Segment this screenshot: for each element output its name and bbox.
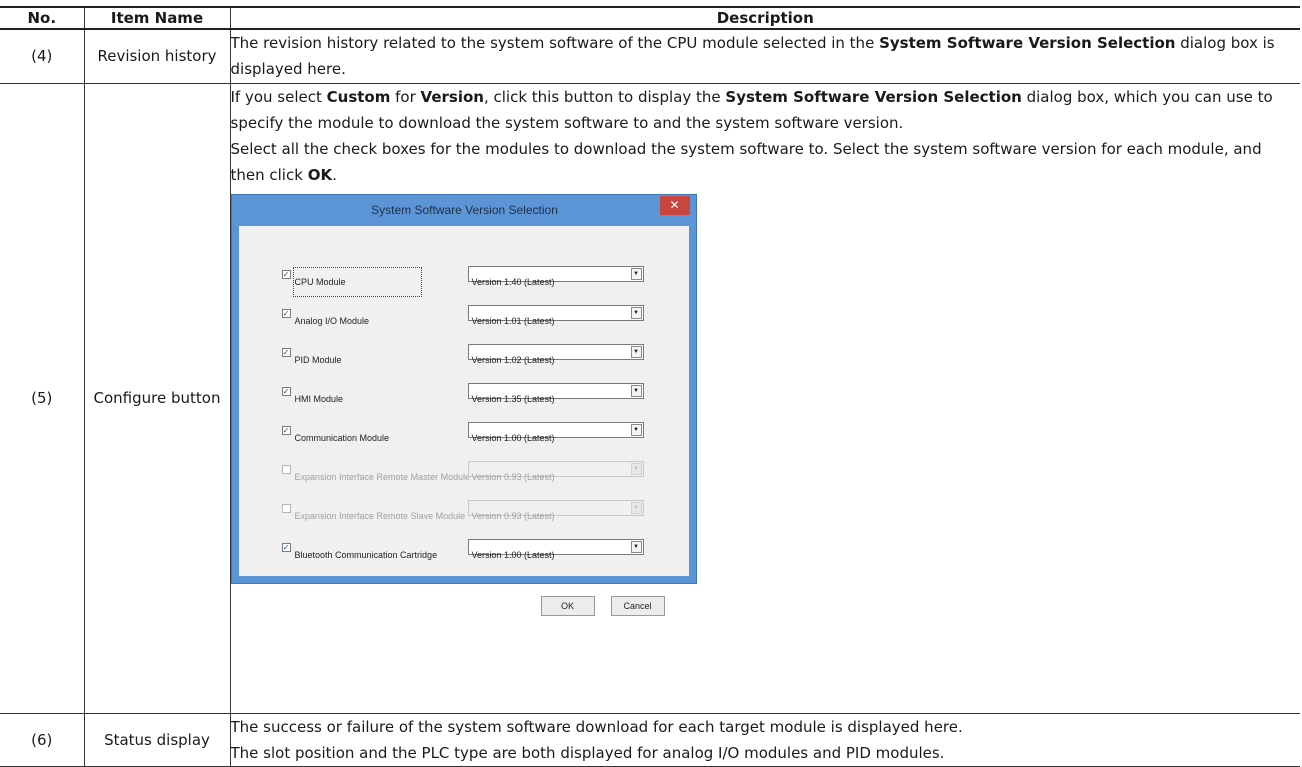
close-icon[interactable]: ✕ xyxy=(659,195,690,215)
module-label: Expansion Interface Remote Slave Module xyxy=(294,510,466,521)
chevron-down-icon: ▼ xyxy=(630,540,642,553)
desc-text: . xyxy=(332,165,337,184)
module-label: Analog I/O Module xyxy=(294,315,370,326)
desc-text: If you select xyxy=(230,87,327,106)
desc-keyword: Version xyxy=(420,87,484,106)
desc-text: , click this button to display the xyxy=(483,87,726,106)
module-row: ✓ Analog I/O Module Version 1.01 (Latest… xyxy=(239,304,689,326)
module-checkbox[interactable]: ✓ xyxy=(281,308,291,318)
version-select[interactable]: Version 0.93 (Latest) ▼ xyxy=(467,499,644,521)
module-row: ✓ Bluetooth Communication Cartridge Vers… xyxy=(239,538,689,560)
chevron-down-icon: ▼ xyxy=(630,345,642,358)
version-value: Version 1.01 (Latest) xyxy=(471,315,555,326)
module-checkbox[interactable]: ✓ xyxy=(281,386,291,396)
chevron-down-icon: ▼ xyxy=(630,384,642,397)
row-number: (4) xyxy=(0,29,85,84)
row-description: If you select Custom for Version, click … xyxy=(229,83,1301,714)
chevron-down-icon: ▼ xyxy=(630,462,642,475)
header-no: No. xyxy=(0,6,85,30)
version-value: Version 1.02 (Latest) xyxy=(471,354,555,365)
version-select[interactable]: Version 1.01 (Latest) ▼ xyxy=(467,304,644,326)
module-checkbox[interactable]: ✓ xyxy=(281,269,291,279)
dialog-title: System Software Version Selection xyxy=(371,202,558,217)
version-select[interactable]: Version 1.40 (Latest) ▼ xyxy=(467,265,644,287)
module-row: ✓ PID Module Version 1.02 (Latest) ▼ xyxy=(239,343,689,365)
module-label: Expansion Interface Remote Master Module xyxy=(294,471,471,482)
module-row: ✓ HMI Module Version 1.35 (Latest) ▼ xyxy=(239,382,689,404)
desc-keyword: Custom xyxy=(326,87,391,106)
module-checkbox[interactable] xyxy=(281,464,291,474)
item-name: Revision history xyxy=(83,29,231,84)
desc-text: The revision history related to the syst… xyxy=(230,34,880,53)
row-description: The revision history related to the syst… xyxy=(229,29,1300,84)
version-select[interactable]: Version 1.02 (Latest) ▼ xyxy=(467,343,644,365)
version-value: Version 1.35 (Latest) xyxy=(471,393,555,404)
module-row: ✓ CPU Module Version 1.40 (Latest) ▼ xyxy=(239,265,689,297)
module-checkbox[interactable]: ✓ xyxy=(281,425,291,435)
paragraph: If you select Custom for Version, click … xyxy=(231,84,1301,136)
chevron-down-icon: ▼ xyxy=(630,267,642,280)
table-row: (4) Revision history The revision histor… xyxy=(0,29,1300,84)
chevron-down-icon: ▼ xyxy=(630,423,642,436)
desc-keyword: System Software Version Selection xyxy=(879,34,1176,53)
table-header-row: No. Item Name Description xyxy=(0,6,1300,30)
table-row: (5) Configure button If you select Custo… xyxy=(0,83,1301,714)
module-label: CPU Module xyxy=(292,266,422,297)
module-label: PID Module xyxy=(294,354,342,365)
item-name: Configure button xyxy=(83,83,231,714)
ok-button[interactable]: OK xyxy=(540,595,595,616)
version-select[interactable]: Version 1.00 (Latest) ▼ xyxy=(467,538,644,560)
module-checkbox[interactable]: ✓ xyxy=(281,347,291,357)
module-row: ✓ Communication Module Version 1.00 (Lat… xyxy=(239,421,689,443)
desc-text: Select all the check boxes for the modul… xyxy=(230,139,1262,184)
version-value: Version 1.00 (Latest) xyxy=(471,549,555,560)
module-label: HMI Module xyxy=(294,393,344,404)
paragraph: Select all the check boxes for the modul… xyxy=(231,136,1301,188)
system-software-version-dialog: System Software Version Selection ✕ ✓ CP… xyxy=(230,193,697,616)
version-value: Version 1.00 (Latest) xyxy=(471,432,555,443)
desc-keyword: OK xyxy=(307,165,333,184)
description-line: The success or failure of the system sof… xyxy=(230,717,963,736)
version-value: Version 0.93 (Latest) xyxy=(471,510,555,521)
chevron-down-icon: ▼ xyxy=(630,501,642,514)
description-line: The slot position and the PLC type are b… xyxy=(230,743,945,762)
version-select[interactable]: Version 0.93 (Latest) ▼ xyxy=(467,460,644,482)
module-label: Bluetooth Communication Cartridge xyxy=(294,549,438,560)
desc-text: for xyxy=(390,87,421,106)
version-select[interactable]: Version 1.00 (Latest) ▼ xyxy=(467,421,644,443)
dialog-client-area: ✓ CPU Module Version 1.40 (Latest) ▼ ✓ An… xyxy=(238,225,689,616)
desc-keyword: System Software Version Selection xyxy=(725,87,1022,106)
version-select[interactable]: Version 1.35 (Latest) ▼ xyxy=(467,382,644,404)
module-row: Expansion Interface Remote Master Module… xyxy=(239,460,689,482)
chevron-down-icon: ▼ xyxy=(630,306,642,319)
header-item-name: Item Name xyxy=(83,6,231,30)
header-description: Description xyxy=(229,6,1300,30)
module-checkbox[interactable] xyxy=(281,503,291,513)
version-value: Version 1.40 (Latest) xyxy=(471,276,555,287)
row-number: (5) xyxy=(0,83,85,714)
cancel-button[interactable]: Cancel xyxy=(610,595,665,616)
description-table: No. Item Name Description (4) Revision h… xyxy=(0,6,1300,767)
module-label: Communication Module xyxy=(294,432,390,443)
version-value: Version 0.93 (Latest) xyxy=(471,471,555,482)
module-row: Expansion Interface Remote Slave Module … xyxy=(239,499,689,521)
module-checkbox[interactable]: ✓ xyxy=(281,542,291,552)
